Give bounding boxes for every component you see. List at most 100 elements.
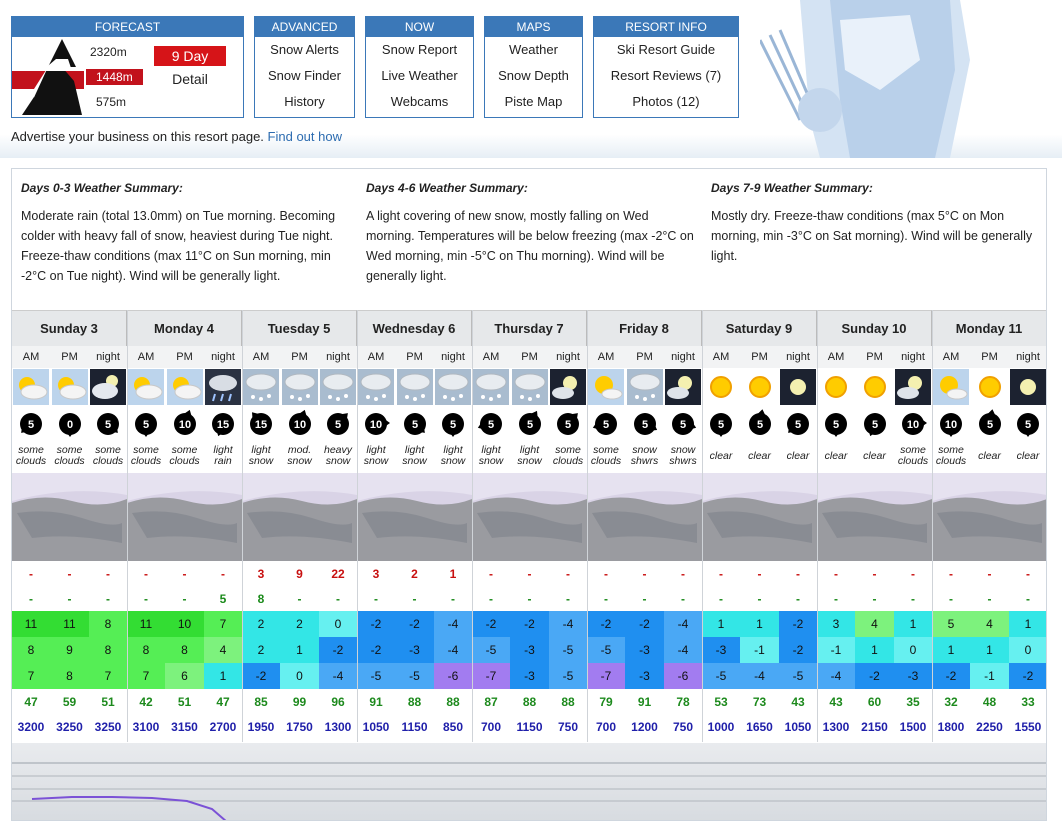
weather-map-thumbnail[interactable] bbox=[587, 473, 702, 561]
partly-cloudy-day-icon bbox=[165, 368, 204, 406]
time-of-day-label: AM bbox=[472, 346, 510, 368]
snow-amount: - bbox=[719, 567, 723, 581]
weather-map-thumbnail[interactable] bbox=[817, 473, 932, 561]
detail-link[interactable]: Detail bbox=[154, 71, 226, 87]
humidity-value: 88 bbox=[446, 695, 460, 709]
freezing-level-value: 3150 bbox=[171, 720, 198, 734]
elevation-mid-selected[interactable]: 1448m bbox=[86, 69, 143, 85]
temp-max-cell: 3 bbox=[817, 611, 855, 637]
temp-max-cell: -4 bbox=[549, 611, 587, 637]
day-separator bbox=[702, 310, 703, 742]
snow-amount: 3 bbox=[257, 567, 265, 581]
wind-arrow-icon: 10 bbox=[165, 407, 204, 439]
wind-arrow-icon: 5 bbox=[817, 407, 855, 439]
weather-map-thumbnail[interactable] bbox=[932, 473, 1046, 561]
elevation-top[interactable]: 2320m bbox=[90, 45, 127, 59]
weather-description: light snow bbox=[478, 444, 504, 467]
temp-chill-cell: -2 bbox=[242, 663, 280, 689]
snow-cloud-icon bbox=[357, 368, 395, 406]
temp-max-cell: 0 bbox=[319, 611, 357, 637]
nav-snow-alerts[interactable]: Snow Alerts bbox=[255, 37, 354, 63]
nav-resort-reviews[interactable]: Resort Reviews (7) bbox=[594, 63, 738, 89]
weather-map-thumbnail[interactable] bbox=[242, 473, 357, 561]
day-header[interactable]: Tuesday 5 bbox=[242, 310, 357, 346]
sun-icon bbox=[740, 368, 779, 406]
nine-day-button[interactable]: 9 Day bbox=[154, 46, 226, 66]
humidity-value: 73 bbox=[752, 695, 767, 709]
nav-snow-finder[interactable]: Snow Finder bbox=[255, 63, 354, 89]
rain-amount: - bbox=[796, 592, 800, 606]
nav-live-weather[interactable]: Live Weather bbox=[366, 63, 473, 89]
humidity-value: 48 bbox=[982, 695, 997, 709]
time-of-day-label: PM bbox=[50, 346, 89, 368]
temp-max-cell: -2 bbox=[625, 611, 664, 637]
snow-amount: - bbox=[29, 567, 33, 581]
mountain-elevation-icon[interactable] bbox=[12, 37, 84, 117]
snow-cloud-icon bbox=[434, 368, 472, 406]
rain-amount: - bbox=[642, 592, 647, 606]
snow-amount: - bbox=[757, 567, 762, 581]
weather-map-thumbnail[interactable] bbox=[127, 473, 242, 561]
temp-chill-cell: -3 bbox=[625, 663, 664, 689]
nav-snow-depth[interactable]: Snow Depth bbox=[485, 63, 582, 89]
nav-snow-report[interactable]: Snow Report bbox=[366, 37, 473, 63]
time-of-day-label: PM bbox=[855, 346, 894, 368]
rain-amount: - bbox=[527, 592, 532, 606]
weather-map-thumbnail[interactable] bbox=[357, 473, 472, 561]
weather-description: light snow bbox=[363, 444, 389, 467]
weather-description: some clouds bbox=[897, 444, 929, 467]
wind-speed: 5 bbox=[411, 419, 417, 431]
nav-history[interactable]: History bbox=[255, 89, 354, 115]
snow-amount: - bbox=[106, 567, 110, 581]
weather-description: snow shwrs bbox=[669, 444, 697, 467]
freezing-level-value: 1950 bbox=[247, 720, 275, 734]
day-separator bbox=[242, 310, 243, 742]
temp-min-cell: 1 bbox=[970, 637, 1009, 663]
temp-min-cell: -5 bbox=[549, 637, 587, 663]
weather-description: mod. snow bbox=[287, 444, 312, 467]
day-header[interactable]: Friday 8 bbox=[587, 310, 702, 346]
day-header[interactable]: Saturday 9 bbox=[702, 310, 817, 346]
wind-speed: 5 bbox=[833, 419, 839, 431]
sun-icon bbox=[855, 368, 894, 406]
elevation-bottom[interactable]: 575m bbox=[96, 95, 126, 109]
temp-max-cell: -2 bbox=[395, 611, 434, 637]
wind-arrow-icon: 5 bbox=[970, 407, 1009, 439]
humidity-value: 42 bbox=[139, 695, 153, 709]
weather-map-thumbnail[interactable] bbox=[702, 473, 817, 561]
temp-max-cell: 1 bbox=[894, 611, 932, 637]
freezing-level-value: 1750 bbox=[286, 720, 313, 734]
humidity-value: 53 bbox=[714, 695, 728, 709]
find-out-how-link[interactable]: Find out how bbox=[268, 129, 342, 144]
temp-min-cell: 1 bbox=[932, 637, 970, 663]
nav-ski-resort-guide[interactable]: Ski Resort Guide bbox=[594, 37, 738, 63]
snow-amount: - bbox=[681, 567, 685, 581]
weather-map-thumbnail[interactable] bbox=[12, 473, 127, 561]
temp-max-cell: -4 bbox=[664, 611, 702, 637]
wind-arrow-icon: 5 bbox=[855, 407, 894, 439]
day-header[interactable]: Sunday 3 bbox=[12, 310, 127, 346]
day-header[interactable]: Monday 11 bbox=[932, 310, 1046, 346]
day-header[interactable]: Sunday 10 bbox=[817, 310, 932, 346]
day-header[interactable]: Wednesday 6 bbox=[357, 310, 472, 346]
wind-speed: 5 bbox=[795, 419, 801, 431]
temp-min-cell: 1 bbox=[280, 637, 319, 663]
day-separator bbox=[932, 310, 933, 742]
weather-map-thumbnail[interactable] bbox=[472, 473, 587, 561]
rain-amount: - bbox=[144, 592, 148, 606]
time-of-day-label: night bbox=[664, 346, 702, 368]
rain-amount: - bbox=[29, 592, 33, 606]
nav-webcams[interactable]: Webcams bbox=[366, 89, 473, 115]
snow-amount: - bbox=[221, 567, 225, 581]
nav-weather-map[interactable]: Weather bbox=[485, 37, 582, 63]
nav-piste-map[interactable]: Piste Map bbox=[485, 89, 582, 115]
summary-title: Days 7-9 Weather Summary: bbox=[711, 181, 873, 195]
humidity-value: 91 bbox=[369, 695, 383, 709]
rain-amount: - bbox=[872, 592, 877, 606]
temp-chill-cell: -4 bbox=[740, 663, 779, 689]
weather-description: light snow bbox=[517, 444, 542, 467]
day-header[interactable]: Thursday 7 bbox=[472, 310, 587, 346]
day-header[interactable]: Monday 4 bbox=[127, 310, 242, 346]
nav-photos[interactable]: Photos (12) bbox=[594, 89, 738, 115]
wind-arrow-icon: 10 bbox=[894, 407, 932, 439]
